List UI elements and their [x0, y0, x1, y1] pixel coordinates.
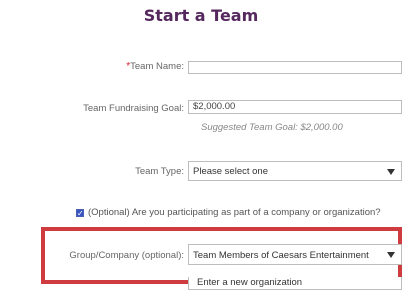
fundraising-goal-label: Team Fundraising Goal:	[83, 103, 184, 114]
page-title: Start a Team	[143, 6, 259, 25]
suggested-goal-hint: Suggested Team Goal: $2,000.00	[201, 122, 343, 133]
triangle-down-icon	[387, 169, 395, 175]
fundraising-goal-input[interactable]: $2,000.00	[188, 100, 402, 114]
company-checkbox[interactable]: ✓	[76, 209, 84, 218]
group-company-select[interactable]: Team Members of Caesars Entertainment	[188, 244, 402, 265]
dropdown-option-new-organization[interactable]: Enter a new organization	[188, 277, 402, 290]
team-type-select[interactable]: Please select one	[188, 161, 402, 181]
company-checkbox-label: (Optional) Are you participating as part…	[88, 207, 381, 218]
team-name-input[interactable]	[188, 61, 402, 74]
team-name-label-text: Team Name:	[130, 61, 184, 72]
group-company-label: Group/Company (optional):	[69, 250, 184, 261]
team-type-selected-value: Please select one	[193, 166, 268, 177]
team-name-label: *Team Name:	[80, 61, 184, 72]
group-company-selected-value: Team Members of Caesars Entertainment	[193, 250, 369, 261]
triangle-down-icon	[387, 252, 395, 258]
team-type-label: Team Type:	[135, 166, 184, 177]
